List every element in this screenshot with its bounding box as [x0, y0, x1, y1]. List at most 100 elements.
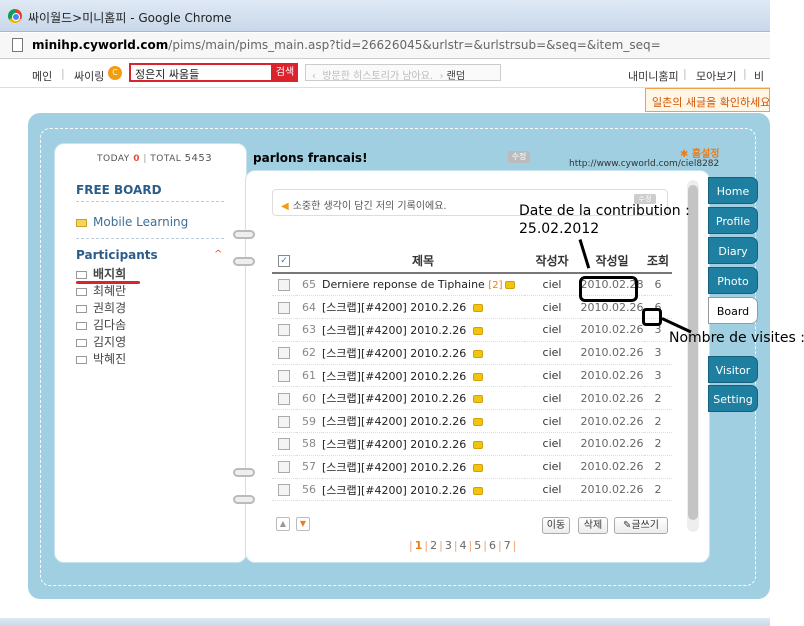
- post-subject[interactable]: [스크랩][#4200] 2010.2.26: [322, 295, 524, 320]
- post-subject[interactable]: [스크랩][#4200] 2010.2.26: [322, 386, 524, 411]
- page-link[interactable]: 7: [504, 539, 511, 552]
- member-item[interactable]: 김다솜: [76, 316, 126, 333]
- scrap-icon: [472, 326, 483, 335]
- page-link[interactable]: 3: [445, 539, 452, 552]
- delete-button[interactable]: 삭제: [578, 517, 608, 534]
- move-button[interactable]: 이동: [542, 517, 570, 534]
- scroll-down-icon[interactable]: ▼: [296, 517, 310, 531]
- post-subject[interactable]: Derniere reponse de Tiphaine [2]: [322, 273, 524, 297]
- post-author[interactable]: ciel: [524, 341, 580, 365]
- row-checkbox[interactable]: [278, 301, 290, 314]
- nav-collect[interactable]: 모아보기: [696, 68, 736, 84]
- participants-heading[interactable]: Participants: [76, 248, 158, 262]
- post-views: 2: [644, 386, 672, 411]
- random-link[interactable]: 랜덤: [447, 71, 465, 82]
- row-checkbox[interactable]: [278, 461, 290, 474]
- post-author[interactable]: ciel: [524, 295, 580, 320]
- row-checkbox[interactable]: [278, 347, 290, 360]
- row-checkbox[interactable]: [278, 484, 290, 497]
- url-text[interactable]: minihp.cyworld.com/pims/main/pims_main.a…: [32, 38, 661, 52]
- free-board-heading[interactable]: FREE BOARD: [76, 183, 162, 197]
- page-link[interactable]: 6: [489, 539, 496, 552]
- page-link[interactable]: 2: [430, 539, 437, 552]
- tab-home[interactable]: Home: [708, 177, 758, 204]
- nav-my-minihompy[interactable]: 내미니홈피: [628, 68, 679, 84]
- chevron-left-icon[interactable]: ‹: [312, 71, 316, 82]
- table-row[interactable]: 62 [스크랩][#4200] 2010.2.26 ciel 2010.02.26 3: [272, 341, 672, 365]
- url-path: /pims/main/pims_main.asp?tid=26626045&ur…: [168, 38, 661, 52]
- post-author[interactable]: ciel: [524, 478, 580, 502]
- member-name: 박혜진: [93, 352, 127, 366]
- post-subject[interactable]: [스크랩][#4200] 2010.2.26: [322, 478, 524, 502]
- window-titlebar: 싸이월드>미니홈피 - Google Chrome: [0, 0, 770, 32]
- scroll-up-icon[interactable]: ▲: [276, 517, 290, 531]
- home-settings-link[interactable]: ✱ 홈설정: [680, 145, 719, 160]
- history-box[interactable]: ‹ 방문한 히스토리가 남아요. › 랜덤: [305, 64, 501, 82]
- edit-title-button[interactable]: 수정: [508, 151, 530, 163]
- row-checkbox[interactable]: [278, 279, 290, 292]
- table-row[interactable]: 60 [스크랩][#4200] 2010.2.26 ciel 2010.02.26 2: [272, 386, 672, 411]
- write-button[interactable]: ✎글쓰기: [614, 517, 668, 534]
- row-checkbox[interactable]: [278, 370, 290, 383]
- post-author[interactable]: ciel: [524, 386, 580, 411]
- row-checkbox[interactable]: [278, 324, 290, 337]
- row-checkbox-cell: [272, 273, 296, 297]
- collapse-caret-icon[interactable]: ^: [214, 249, 222, 260]
- member-name: 배지희: [93, 267, 127, 281]
- address-bar[interactable]: minihp.cyworld.com/pims/main/pims_main.a…: [0, 33, 770, 59]
- page-link[interactable]: 5: [474, 539, 481, 552]
- search-button[interactable]: 검색: [272, 63, 298, 82]
- member-item[interactable]: 권희경: [76, 299, 126, 316]
- select-all-checkbox[interactable]: ✓: [278, 254, 290, 267]
- member-item[interactable]: 최혜란: [76, 282, 126, 299]
- member-item[interactable]: 김지영: [76, 333, 126, 350]
- folder-label: Mobile Learning: [93, 215, 189, 229]
- post-subject[interactable]: [스크랩][#4200] 2010.2.26: [322, 341, 524, 365]
- post-date: 2010.02.26: [580, 386, 644, 411]
- table-row[interactable]: 57 [스크랩][#4200] 2010.2.26 ciel 2010.02.26 2: [272, 455, 672, 479]
- post-subject[interactable]: [스크랩][#4200] 2010.2.26: [322, 432, 524, 456]
- post-author[interactable]: ciel: [524, 409, 580, 434]
- tab-setting[interactable]: Setting: [708, 385, 758, 412]
- nav-cyring-link[interactable]: 싸이링: [74, 68, 104, 84]
- nav-more[interactable]: 비: [754, 68, 764, 84]
- post-subject[interactable]: [스크랩][#4200] 2010.2.26: [322, 455, 524, 479]
- page-link[interactable]: 1: [415, 539, 423, 552]
- folder-icon: [76, 287, 87, 296]
- annotation-date-circle: [579, 276, 638, 302]
- today-label: TODAY: [97, 154, 130, 164]
- tab-photo[interactable]: Photo: [708, 267, 758, 294]
- row-checkbox[interactable]: [278, 438, 290, 451]
- cyring-icon[interactable]: C: [108, 66, 122, 80]
- table-row[interactable]: 59 [스크랩][#4200] 2010.2.26 ciel 2010.02.26 2: [272, 409, 672, 434]
- table-row[interactable]: 61 [스크랩][#4200] 2010.2.26 ciel 2010.02.26 3: [272, 364, 672, 388]
- post-author[interactable]: ciel: [524, 273, 580, 297]
- nav-main-link[interactable]: 메인: [32, 68, 52, 84]
- chevron-right-icon[interactable]: ›: [439, 71, 443, 82]
- annotation-visits: Nombre de visites : 6: [669, 330, 804, 346]
- post-subject[interactable]: [스크랩][#4200] 2010.2.26: [322, 409, 524, 434]
- row-checkbox[interactable]: [278, 392, 290, 405]
- folder-icon: [76, 355, 87, 364]
- post-date: 2010.02.26: [580, 478, 644, 502]
- folder-mobile-learning[interactable]: Mobile Learning: [76, 215, 188, 229]
- post-author[interactable]: ciel: [524, 318, 580, 342]
- search-input[interactable]: 정은지 싸움들: [129, 63, 273, 82]
- post-subject[interactable]: [스크랩][#4200] 2010.2.26: [322, 318, 524, 342]
- homepage-url[interactable]: http://www.cyworld.com/ciel8282: [569, 159, 719, 169]
- tab-diary[interactable]: Diary: [708, 237, 758, 264]
- tab-visitor[interactable]: Visitor: [708, 356, 758, 383]
- post-author[interactable]: ciel: [524, 364, 580, 388]
- member-item[interactable]: 배지희: [76, 265, 126, 282]
- post-author[interactable]: ciel: [524, 432, 580, 456]
- table-row[interactable]: 63 [스크랩][#4200] 2010.2.26 ciel 2010.02.26 3: [272, 318, 672, 342]
- member-item[interactable]: 박혜진: [76, 350, 126, 367]
- row-checkbox[interactable]: [278, 415, 290, 428]
- post-author[interactable]: ciel: [524, 455, 580, 479]
- tab-profile[interactable]: Profile: [708, 207, 758, 234]
- table-row[interactable]: 58 [스크랩][#4200] 2010.2.26 ciel 2010.02.26 2: [272, 432, 672, 456]
- page-link[interactable]: 4: [460, 539, 467, 552]
- table-row[interactable]: 56 [스크랩][#4200] 2010.2.26 ciel 2010.02.26 2: [272, 478, 672, 502]
- tab-board[interactable]: Board: [708, 297, 758, 324]
- post-subject[interactable]: [스크랩][#4200] 2010.2.26: [322, 364, 524, 388]
